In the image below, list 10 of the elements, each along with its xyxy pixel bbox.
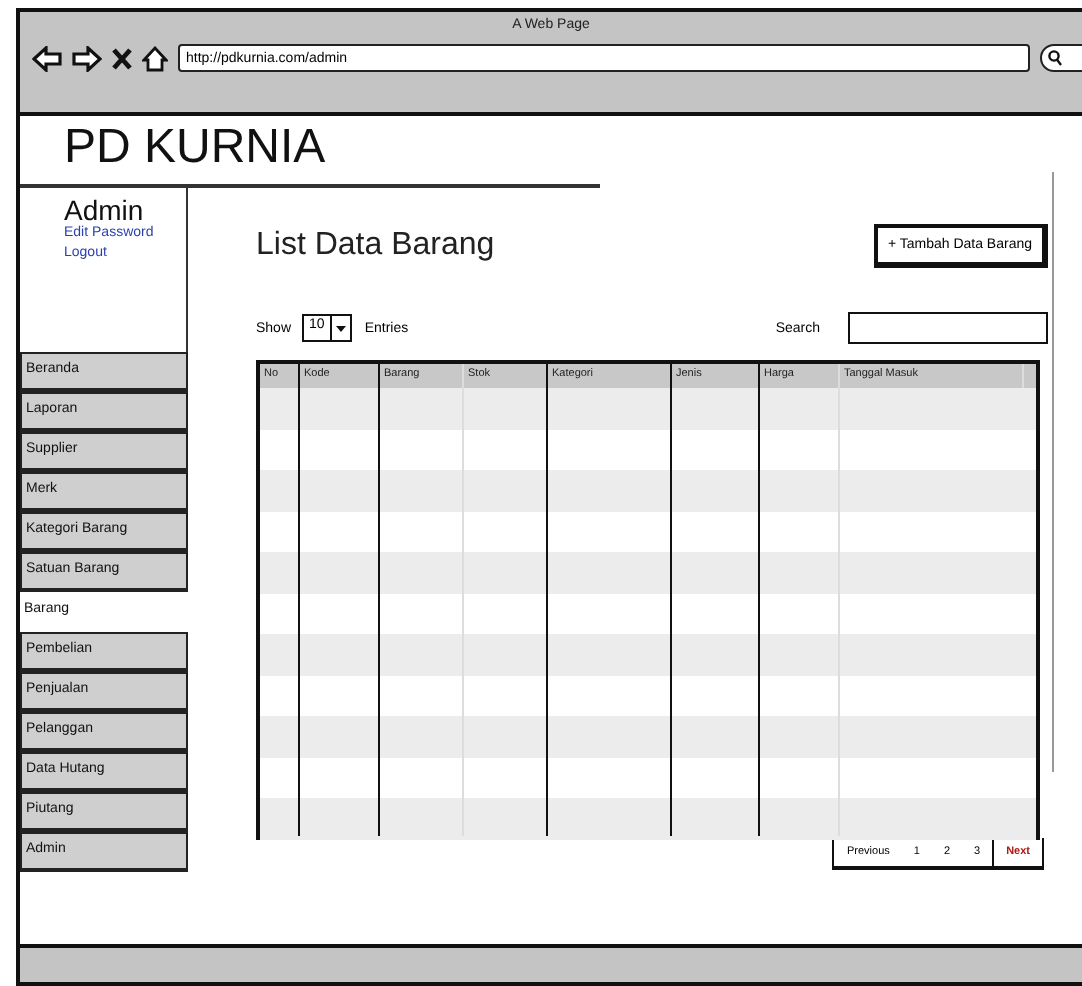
site-title: PD KURNIA bbox=[20, 116, 600, 188]
close-icon[interactable] bbox=[112, 47, 132, 69]
caret-icon bbox=[330, 316, 351, 340]
search-icon bbox=[1048, 50, 1062, 66]
home-icon[interactable] bbox=[142, 45, 168, 71]
forward-icon[interactable] bbox=[72, 45, 102, 71]
page-title: List Data Barang bbox=[256, 228, 495, 264]
user-name: Admin bbox=[64, 196, 144, 224]
search-field[interactable] bbox=[848, 312, 1048, 344]
back-icon[interactable] bbox=[32, 45, 62, 71]
